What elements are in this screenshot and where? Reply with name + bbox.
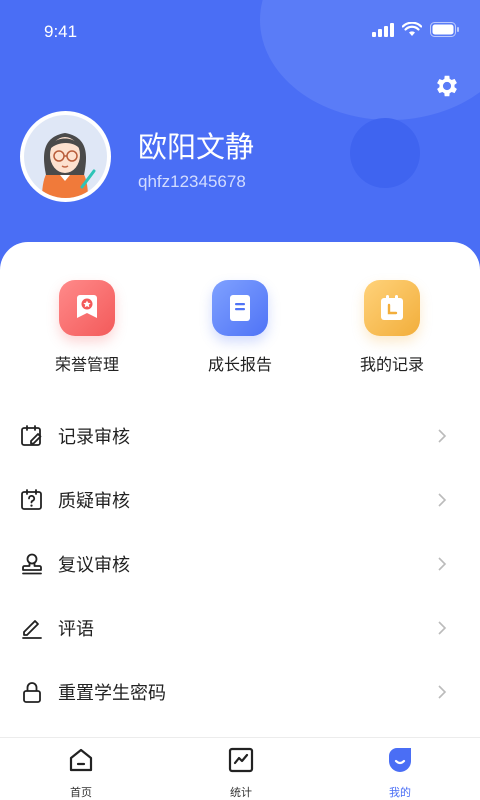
quick-action-label: 成长报告 bbox=[207, 355, 272, 374]
menu-item-label: 记录审核 bbox=[58, 427, 130, 448]
header-decoration-circle bbox=[350, 118, 420, 188]
menu-item-label: 质疑审核 bbox=[58, 491, 130, 512]
menu-item-comments[interactable]: 评语 bbox=[0, 596, 480, 660]
wifi-icon bbox=[402, 22, 422, 36]
signal-icon bbox=[372, 22, 394, 37]
chevron-right-icon bbox=[438, 557, 447, 571]
menu-item-label: 评语 bbox=[58, 619, 94, 640]
quick-action-label: 我的记录 bbox=[359, 355, 424, 374]
chevron-right-icon bbox=[438, 621, 447, 635]
menu-item-question-review[interactable]: 质疑审核 bbox=[0, 468, 480, 532]
chevron-right-icon bbox=[438, 493, 447, 507]
menu-item-reconsider-review[interactable]: 复议审核 bbox=[0, 532, 480, 596]
user-id: qhfz12345678 bbox=[138, 172, 246, 191]
question-calendar-icon bbox=[21, 489, 42, 510]
tab-mine[interactable]: 我的 bbox=[360, 746, 440, 800]
lock-icon bbox=[23, 682, 41, 703]
tab-home[interactable]: 首页 bbox=[41, 746, 121, 800]
avatar-illustration bbox=[42, 133, 96, 198]
user-name: 欧阳文静 bbox=[138, 130, 255, 164]
calendar-edit-icon bbox=[21, 425, 42, 446]
bottom-tab-bar: 首页 统计 我的 bbox=[0, 737, 480, 800]
tab-statistics[interactable]: 统计 bbox=[201, 746, 281, 800]
quick-action-records[interactable]: 我的记录 bbox=[322, 280, 462, 375]
tab-label: 首页 bbox=[70, 786, 92, 799]
menu-item-label: 重置学生密码 bbox=[58, 683, 166, 704]
tab-label: 我的 bbox=[389, 786, 411, 799]
menu-item-record-review[interactable]: 记录审核 bbox=[0, 404, 480, 468]
status-bar: 9:41 bbox=[0, 0, 480, 60]
menu-item-reset-password[interactable]: 重置学生密码 bbox=[0, 660, 480, 724]
battery-icon bbox=[430, 22, 459, 37]
status-time: 9:41 bbox=[44, 22, 78, 41]
chevron-right-icon bbox=[438, 685, 447, 699]
gear-icon[interactable] bbox=[433, 72, 461, 100]
pen-icon bbox=[22, 620, 42, 639]
quick-action-honor[interactable]: 荣誉管理 bbox=[17, 280, 157, 375]
stamp-icon bbox=[22, 553, 42, 575]
chart-icon bbox=[228, 747, 254, 773]
home-icon bbox=[69, 748, 93, 772]
profile-icon bbox=[389, 748, 411, 772]
report-icon bbox=[230, 295, 250, 321]
quick-action-label: 荣誉管理 bbox=[54, 355, 119, 374]
tab-label: 统计 bbox=[230, 786, 252, 799]
quick-action-report[interactable]: 成长报告 bbox=[170, 280, 310, 375]
medal-icon bbox=[77, 295, 97, 318]
calendar-icon bbox=[381, 295, 403, 320]
menu-item-label: 复议审核 bbox=[58, 555, 130, 576]
chevron-right-icon bbox=[438, 429, 447, 443]
avatar[interactable] bbox=[20, 111, 111, 202]
